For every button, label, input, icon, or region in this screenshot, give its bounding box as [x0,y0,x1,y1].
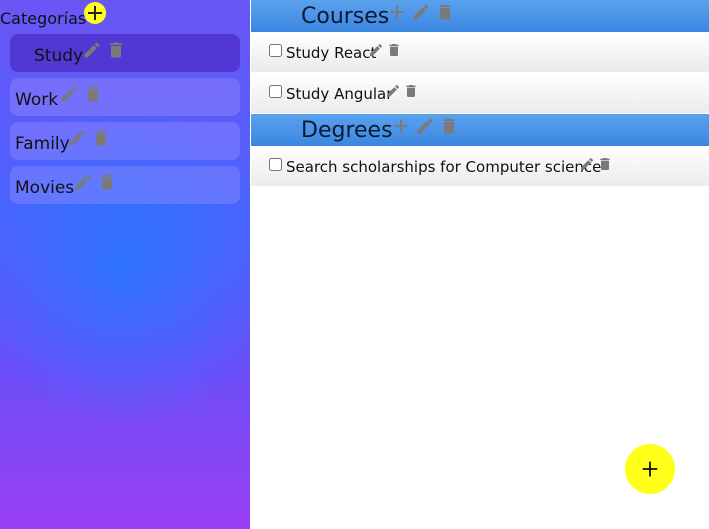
trash-icon[interactable] [403,83,419,99]
task-checkbox[interactable] [269,158,282,171]
trash-icon[interactable] [386,42,402,58]
pencil-icon[interactable] [82,40,102,60]
sidebar-item-study[interactable]: Study [10,34,240,72]
trash-icon[interactable] [597,156,613,172]
add-category-button[interactable] [84,2,106,24]
sidebar-item-label: Work [15,90,59,110]
trash-icon[interactable] [91,128,111,148]
sidebar-item-label: Study [34,46,84,66]
group-title: Courses [301,4,390,29]
group-header-courses: Courses [251,0,709,32]
task-checkbox[interactable] [269,44,282,57]
sidebar-item-label: Movies [15,178,75,198]
pencil-icon[interactable] [73,172,93,192]
trash-icon[interactable] [106,40,126,60]
task-row: Study React [251,32,709,72]
sidebar-item-movies[interactable]: Movies [10,166,240,204]
add-task-fab[interactable] [625,444,675,494]
pencil-icon[interactable] [579,156,595,172]
pencil-icon[interactable] [411,2,431,22]
group-header-degrees: Degrees [251,114,709,146]
sidebar: Categorías Study Work Family Movies [0,0,250,529]
pencil-icon[interactable] [67,128,87,148]
pencil-icon[interactable] [59,84,79,104]
task-label: Study Angular [286,85,393,103]
trash-icon[interactable] [439,116,459,136]
plus-icon [88,6,102,20]
task-row: Study Angular [251,73,709,113]
group-title: Degrees [301,118,393,143]
plus-icon [642,461,658,477]
pencil-icon[interactable] [385,83,401,99]
plus-icon[interactable] [387,2,407,22]
sidebar-item-label: Family [15,134,70,154]
task-checkbox[interactable] [269,85,282,98]
sidebar-item-work[interactable]: Work [10,78,240,116]
plus-icon[interactable] [391,116,411,136]
trash-icon[interactable] [83,84,103,104]
trash-icon[interactable] [435,2,455,22]
pencil-icon[interactable] [368,42,384,58]
pencil-icon[interactable] [415,116,435,136]
trash-icon[interactable] [97,172,117,192]
task-row: Search scholarships for Computer science [251,146,709,186]
sidebar-title: Categorías [0,9,87,28]
task-label: Search scholarships for Computer science [286,158,602,176]
sidebar-item-family[interactable]: Family [10,122,240,160]
task-label: Study React [286,44,377,62]
